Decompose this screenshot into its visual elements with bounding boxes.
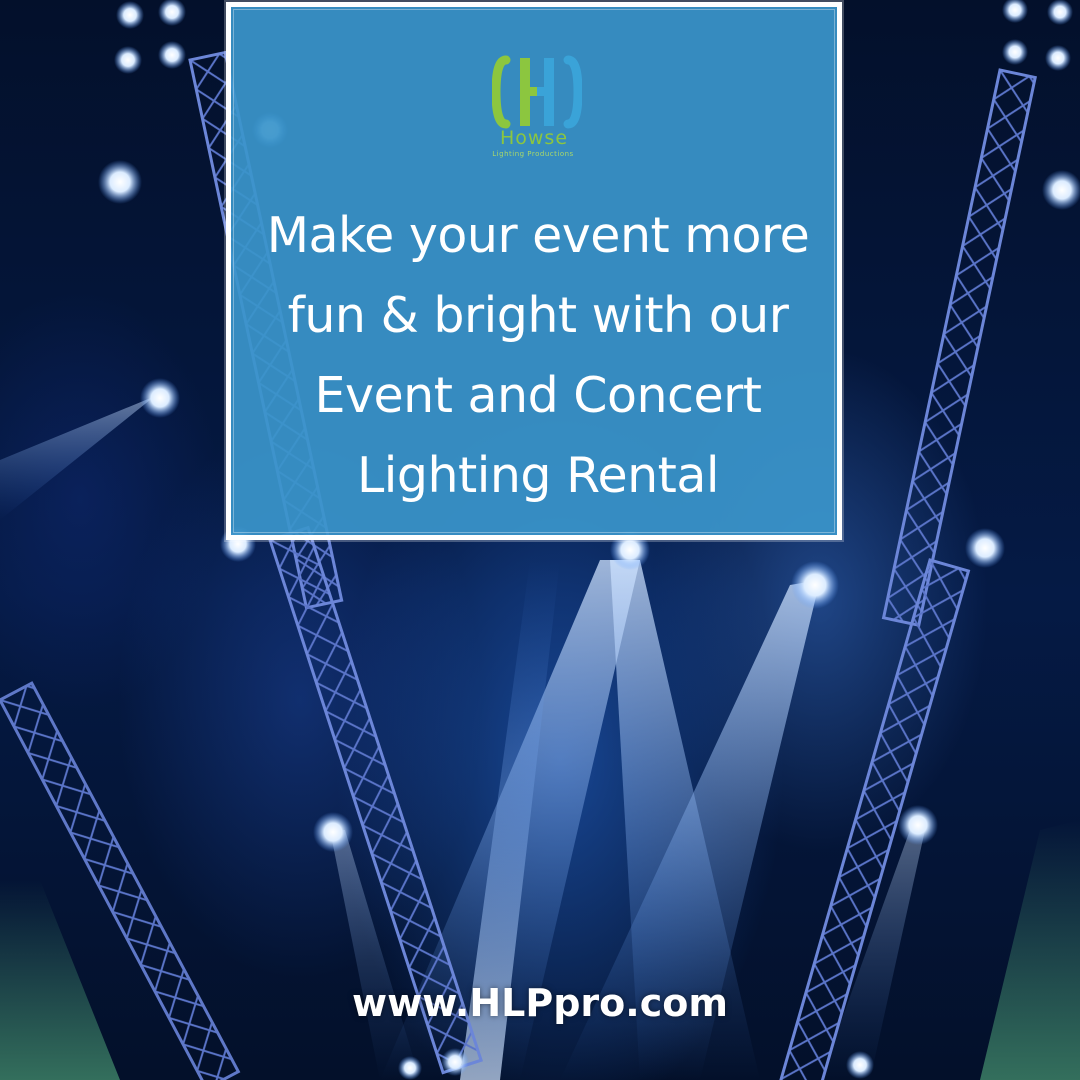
headline-line: fun & bright with our — [287, 287, 789, 344]
lamp — [1047, 0, 1073, 25]
lamp — [116, 1, 144, 29]
lamp — [158, 41, 186, 69]
lamp — [313, 812, 353, 852]
truss-right-upper — [881, 68, 1037, 628]
green-beam — [980, 820, 1080, 1080]
lamp — [1042, 170, 1080, 210]
headline-line: Make your event more — [266, 207, 810, 264]
lamp — [114, 46, 142, 74]
lamp — [1002, 0, 1028, 23]
lamp — [398, 1056, 422, 1080]
lamp — [791, 561, 839, 609]
green-beam — [0, 880, 120, 1080]
lamp — [1002, 39, 1028, 65]
brand-tagline: Lighting Productions — [492, 150, 574, 158]
lamp — [898, 805, 938, 845]
lamp — [98, 160, 142, 204]
lamp — [140, 378, 180, 418]
lamp — [846, 1051, 874, 1079]
website-url: www.HLPpro.com — [352, 981, 728, 1025]
headline-text: Make your event more fun & bright with o… — [236, 196, 840, 516]
lamp — [965, 528, 1005, 568]
lamp — [158, 0, 186, 26]
brand-name: Howse — [499, 127, 569, 149]
lamp — [1045, 45, 1071, 71]
promo-graphic: Howse Lighting Productions Make your eve… — [0, 0, 1080, 1080]
lamp — [441, 1048, 469, 1076]
headline-line: Event and Concert — [314, 367, 762, 424]
headline-line: Lighting Rental — [356, 447, 720, 504]
